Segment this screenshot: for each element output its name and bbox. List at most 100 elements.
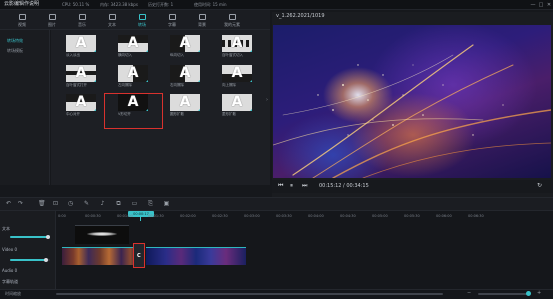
transition-label: 中心对开 <box>66 112 80 116</box>
audio-track-lane[interactable] <box>56 267 553 278</box>
transition-item[interactable]: A 右向擦除 <box>170 65 200 87</box>
download-corner-icon <box>197 108 200 111</box>
download-corner-icon <box>249 79 252 82</box>
zoom-out-icon[interactable]: − <box>467 291 471 296</box>
subtitle-track-lane[interactable] <box>56 278 553 289</box>
transition-item[interactable]: A 中心对开 <box>66 94 96 116</box>
transition-item[interactable]: A 百叶窗式切入 <box>222 35 252 57</box>
ruler-tick-label: 00:03:30 <box>276 214 292 218</box>
transition-label: 圆形扩散 <box>170 112 184 116</box>
track-volume-knob[interactable] <box>46 235 50 239</box>
transition-item[interactable]: A 横向切入 <box>118 35 148 57</box>
background-icon <box>198 14 206 20</box>
download-corner-icon <box>197 79 200 82</box>
mic-icon[interactable]: ♪ <box>99 200 106 207</box>
transition-item[interactable]: A 纵向切入 <box>170 35 200 57</box>
video-clip-1[interactable] <box>62 247 138 265</box>
zoom-slider[interactable] <box>478 293 528 295</box>
letter-a-glyph: A <box>127 35 139 51</box>
transition-item[interactable]: A 百叶窗式打开 <box>66 65 96 87</box>
zoom-in-icon[interactable]: + <box>537 291 541 296</box>
transition-item[interactable]: A 向上擦除 <box>222 65 252 87</box>
tab-music[interactable]: 音乐 <box>68 10 96 30</box>
transition-thumbnail: A <box>66 94 96 111</box>
collapse-panel-icon[interactable]: › <box>266 98 270 108</box>
transition-item[interactable]: A 菱形扩散 <box>222 94 252 116</box>
text-clip[interactable] <box>75 225 129 244</box>
delete-icon[interactable]: 🗑 <box>38 200 46 207</box>
letter-a-glyph: A <box>231 94 243 110</box>
text-track-lane[interactable] <box>56 221 553 245</box>
timeline-scrollbar[interactable] <box>56 293 443 295</box>
text-icon <box>108 14 116 20</box>
export-icon[interactable]: ⎘ <box>147 200 154 207</box>
video-icon <box>18 14 26 20</box>
transition-thumbnail: A <box>118 35 148 52</box>
transition-label: 纵向切入 <box>170 53 184 57</box>
tab-element[interactable]: 我的元素 <box>218 10 246 30</box>
tab-image[interactable]: 图片 <box>38 10 66 30</box>
track-label-video: Video 0 <box>2 247 18 252</box>
screen-icon[interactable]: ▭ <box>131 200 138 207</box>
minimize-button[interactable]: — <box>530 2 536 8</box>
ruler-tick-label: 00:02:00 <box>180 214 196 218</box>
tab-background[interactable]: 背景 <box>188 10 216 30</box>
transition-marker[interactable]: C <box>133 243 145 268</box>
transition-side-nav: 转场特效 转场模板 <box>0 30 50 185</box>
speed-icon[interactable]: ◷ <box>67 200 74 207</box>
transition-label: 百叶窗式打开 <box>66 83 87 87</box>
transition-label: 淡入淡出 <box>66 53 80 57</box>
transition-item[interactable]: A 圆形扩散 <box>170 94 200 116</box>
side-nav-item-templates[interactable]: 转场模板 <box>0 46 50 56</box>
tab-label: 字幕 <box>168 22 176 27</box>
snapshot-icon[interactable]: ▣ <box>163 200 170 207</box>
tab-text[interactable]: 文本 <box>98 10 126 30</box>
tab-video[interactable]: 视频 <box>8 10 36 30</box>
transition-thumbnail: A <box>170 65 200 82</box>
zoom-label: 时间缩放 <box>5 291 21 296</box>
redo-icon[interactable]: ↷ <box>17 200 24 207</box>
side-nav-item-effects[interactable]: 转场特效 <box>0 36 50 46</box>
transition-label: 菱形扩散 <box>222 112 236 116</box>
transition-icon <box>138 14 146 20</box>
media-toolbar: 视频 图片 音乐 文本 转场 字幕 背景 我的元素 <box>0 10 270 30</box>
ruler-tick-label: 00:06:00 <box>436 214 452 218</box>
track-label-text: 文本 <box>2 226 10 231</box>
tab-transition[interactable]: 转场 <box>128 10 156 30</box>
tab-label: 视频 <box>18 22 26 27</box>
tab-caption[interactable]: 字幕 <box>158 10 186 30</box>
transition-item[interactable]: A 左向擦除 <box>118 65 148 87</box>
track-volume-knob[interactable] <box>44 258 48 262</box>
transition-label: 横向切入 <box>118 53 132 57</box>
pause-button[interactable]: ⏸ <box>290 183 293 189</box>
transition-item[interactable]: A 淡入淡出 <box>66 35 96 57</box>
zoom-slider-knob[interactable] <box>526 291 531 296</box>
video-clip-2[interactable] <box>146 247 246 265</box>
close-button[interactable]: ✕ <box>546 2 552 8</box>
ruler-tick-label: 00:05:30 <box>404 214 420 218</box>
skip-back-button[interactable]: ⏮ <box>278 183 283 189</box>
usage-time-stat: 使用时间: 15 min <box>194 1 227 7</box>
loop-button[interactable]: ↻ <box>537 183 542 189</box>
preview-video-frame <box>273 25 551 178</box>
transition-label: 右向擦除 <box>170 83 184 87</box>
letter-a-glyph: A <box>179 35 191 51</box>
selected-transition-highlight <box>104 93 163 129</box>
letter-a-glyph: A <box>231 35 243 51</box>
download-corner-icon <box>145 49 148 52</box>
history-stat: 历史打开数: 1 <box>148 1 174 7</box>
element-icon <box>228 14 236 20</box>
skip-forward-button[interactable]: ⏭ <box>302 183 307 189</box>
download-corner-icon <box>93 79 96 82</box>
split-icon[interactable]: ⧉ <box>115 200 122 207</box>
transition-thumbnail: A <box>66 65 96 82</box>
transition-marker-label: C <box>137 253 141 259</box>
edit-icon[interactable]: ✎ <box>83 200 90 207</box>
maximize-button[interactable]: □ <box>538 2 544 8</box>
undo-icon[interactable]: ↶ <box>5 200 12 207</box>
preview-title: v_1.262.2021/1019 <box>276 13 325 19</box>
crop-icon[interactable]: ⊡ <box>52 200 59 207</box>
track-volume-slider[interactable] <box>10 236 50 238</box>
ruler-tick-label: 0:00 <box>58 214 66 218</box>
transition-label: 左向擦除 <box>118 83 132 87</box>
